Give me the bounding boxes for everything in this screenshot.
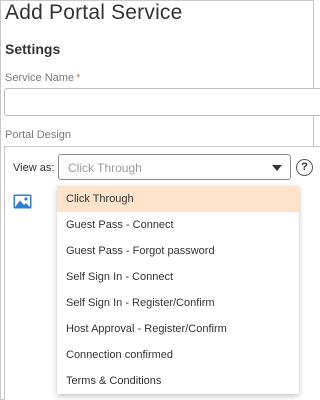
view-as-dropdown-menu: Click Through Guest Pass - Connect Guest…: [57, 186, 299, 394]
dropdown-option-connection-confirmed[interactable]: Connection confirmed: [57, 342, 299, 368]
settings-section-title: Settings: [5, 41, 61, 57]
view-as-selected-value: Click Through: [68, 161, 142, 175]
service-name-label: Service Name *: [5, 72, 80, 84]
dropdown-option-terms-conditions[interactable]: Terms & Conditions: [57, 368, 299, 394]
dropdown-option-self-sign-in-connect[interactable]: Self Sign In - Connect: [57, 264, 299, 290]
service-name-label-text: Service Name: [5, 72, 75, 84]
view-as-label: View as:: [13, 162, 55, 174]
dropdown-option-guest-pass-connect[interactable]: Guest Pass - Connect: [57, 212, 299, 238]
portal-design-label: Portal Design: [5, 129, 72, 141]
dropdown-option-host-approval-register[interactable]: Host Approval - Register/Confirm: [57, 316, 299, 342]
image-icon: [13, 194, 32, 209]
help-icon[interactable]: ?: [296, 159, 313, 176]
view-as-select[interactable]: Click Through: [58, 154, 291, 180]
caret-down-icon[interactable]: [272, 165, 282, 171]
dropdown-option-click-through[interactable]: Click Through: [57, 186, 299, 212]
page-title: Add Portal Service: [5, 1, 183, 24]
required-marker: *: [76, 72, 81, 84]
dropdown-option-self-sign-in-register[interactable]: Self Sign In - Register/Confirm: [57, 290, 299, 316]
service-name-input[interactable]: [4, 88, 320, 116]
dropdown-option-guest-pass-forgot-password[interactable]: Guest Pass - Forgot password: [57, 238, 299, 264]
